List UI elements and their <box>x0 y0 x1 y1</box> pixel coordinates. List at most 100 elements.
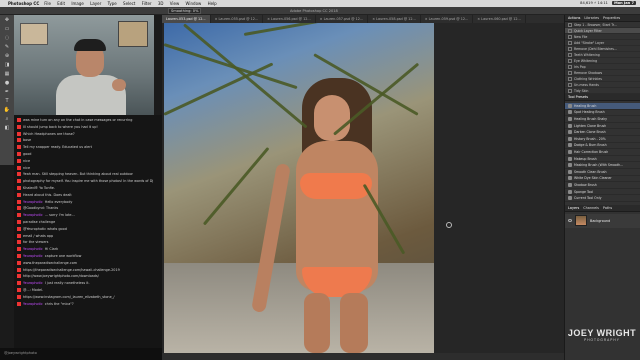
document-tab[interactable]: × Lauren-058.psd @ 12... <box>368 15 421 23</box>
tool-presets-title[interactable]: Tool Presets <box>568 95 588 99</box>
tab-actions[interactable]: Actions <box>568 16 580 20</box>
menu-type[interactable]: Type <box>108 1 117 6</box>
type-tool-icon[interactable]: T <box>2 97 12 105</box>
gradient-tool-icon[interactable]: ▦ <box>2 70 12 78</box>
preset-item[interactable]: Makeup Brush <box>565 156 640 163</box>
eraser-tool-icon[interactable]: ◨ <box>2 61 12 69</box>
pen-tool-icon[interactable]: ✒ <box>2 88 12 96</box>
preset-item[interactable]: Healing Brush <box>565 103 640 110</box>
tab-channels[interactable]: Channels <box>583 206 599 210</box>
chat-text: good <box>23 151 32 156</box>
preset-label: Sponge Tool <box>574 189 594 194</box>
document-tab[interactable]: × Lauren-055.psd @ 12... <box>211 15 264 23</box>
checkbox-icon[interactable] <box>568 52 572 57</box>
preset-label: Spot Healing Brush <box>574 110 605 115</box>
checkbox-icon[interactable] <box>568 40 572 45</box>
document-tab[interactable]: × Lauren-057.psd @ 12... <box>316 15 369 23</box>
checkbox-icon[interactable] <box>568 22 572 27</box>
chat-username[interactable]: Yeurophotic <box>23 254 43 258</box>
chat-input[interactable]: @joeywrightphoto <box>0 348 162 360</box>
chat-badge-icon <box>17 294 21 299</box>
chat-text: Heard about this. Does dealt <box>23 192 72 197</box>
clone-tool-icon[interactable]: ⊕ <box>2 52 12 60</box>
menu-image[interactable]: Image <box>71 1 84 6</box>
tab-layers[interactable]: Layers <box>568 206 579 210</box>
preset-item[interactable]: Dodge & Burn Brush <box>565 143 640 150</box>
menu-file[interactable]: File <box>44 1 51 6</box>
layers-panel-header: Layers Channels Paths <box>565 204 640 212</box>
menu-status: 84,619 ⚡ 14:11 Mon Jan 7 <box>580 1 636 5</box>
chat-badge-icon <box>17 260 21 265</box>
tab-libraries[interactable]: Libraries <box>584 16 599 20</box>
chat-text: was mine turn on any on the chat in case… <box>23 118 133 122</box>
move-tool-icon[interactable]: ✥ <box>2 16 12 24</box>
chat-message: Yeurophotic... sorry I'm late... <box>17 212 159 219</box>
preset-item[interactable]: Sponge Tool <box>565 189 640 196</box>
checkbox-icon[interactable] <box>568 58 572 63</box>
preset-label: Healing Brush Shaky <box>574 116 607 121</box>
preset-item[interactable]: Shadow Brush <box>565 182 640 189</box>
checkbox-icon[interactable] <box>568 46 572 51</box>
preset-item[interactable]: Lighten Clone Brush <box>565 123 640 130</box>
menu-edit[interactable]: Edit <box>57 1 65 6</box>
menu-filter[interactable]: Filter <box>142 1 152 6</box>
chat-username[interactable]: Yeurophotic <box>23 200 43 204</box>
checkbox-icon[interactable] <box>568 70 572 75</box>
document-tab[interactable]: × Lauren-060.psd @ 12... <box>473 15 526 23</box>
chat-username[interactable]: Yeurophotic <box>23 213 43 217</box>
menu-window[interactable]: Window <box>186 1 202 6</box>
document-tab[interactable]: × Lauren-059.psd @ 12... <box>421 15 474 23</box>
layer-row[interactable]: Background <box>565 213 640 228</box>
brush-tool-icon[interactable]: ✎ <box>2 43 12 51</box>
preset-item[interactable]: Darken Clone Brush <box>565 129 640 136</box>
smoothing-field[interactable]: Smoothing: 0% <box>168 7 202 14</box>
dodge-tool-icon[interactable]: ● <box>2 79 12 87</box>
menu-select[interactable]: Select <box>123 1 135 6</box>
checkbox-icon[interactable] <box>568 88 572 93</box>
preset-item[interactable]: Spot Healing Brush <box>565 110 640 117</box>
tab-paths[interactable]: Paths <box>603 206 612 210</box>
chat-username[interactable]: Yeurophotic <box>23 302 43 306</box>
checkbox-icon[interactable] <box>568 34 572 39</box>
brush-preset-icon <box>568 176 572 181</box>
visibility-eye-icon[interactable] <box>568 219 572 223</box>
preset-item[interactable]: Healing Brush Shaky <box>565 116 640 123</box>
menu-help[interactable]: Help <box>208 1 217 6</box>
app-name[interactable]: Photoshop CC <box>8 1 39 6</box>
photo-canvas[interactable] <box>164 23 434 353</box>
color-swatch-icon[interactable]: ◧ <box>2 124 12 132</box>
checkbox-icon[interactable] <box>568 82 572 87</box>
lasso-tool-icon[interactable]: ◌ <box>2 34 12 42</box>
hand-tool-icon[interactable]: ✋ <box>2 106 12 114</box>
checkbox-icon[interactable] <box>568 64 572 69</box>
date-badge: Mon Jan 7 <box>612 1 636 5</box>
checkbox-icon[interactable] <box>568 76 572 81</box>
marquee-tool-icon[interactable]: ▭ <box>2 25 12 33</box>
chat-badge-icon <box>17 274 21 279</box>
chat-badge-icon <box>17 233 21 238</box>
action-label: Clothing Wrinkles <box>574 76 602 81</box>
chat-text: chris the "mica"? <box>44 301 74 306</box>
canvas-area[interactable] <box>162 23 564 353</box>
menu-view[interactable]: View <box>170 1 180 6</box>
preset-item[interactable]: Masking Brush (With Smooth... <box>565 162 640 169</box>
preset-item[interactable]: Current Tool Only <box>565 195 640 202</box>
preset-label: Makeup Brush <box>574 156 597 161</box>
chat-username[interactable]: Yeurophotic <box>23 281 43 285</box>
menu-3d[interactable]: 3D <box>158 1 164 6</box>
preset-item[interactable]: History Brush - 20% <box>565 136 640 143</box>
preset-item[interactable]: Hair Correction Brush <box>565 149 640 156</box>
history-panel-header: Actions Libraries Properties <box>565 15 640 22</box>
tab-properties[interactable]: Properties <box>603 16 620 20</box>
chat-message: was mine turn on any on the chat in case… <box>17 117 159 124</box>
document-tab[interactable]: × Lauren-056.psd @ 12... <box>263 15 316 23</box>
checkbox-icon[interactable] <box>568 28 572 33</box>
chat-username[interactable]: Yeurophotic <box>23 247 43 251</box>
menu-layer[interactable]: Layer <box>90 1 101 6</box>
preset-item[interactable]: White Dye Skin Cleaner <box>565 176 640 183</box>
preset-item[interactable]: Smooth Clean Brush <box>565 169 640 176</box>
palm-frond <box>164 62 274 116</box>
live-chat: was mine turn on any on the chat in case… <box>14 115 162 348</box>
document-tab[interactable]: Lauren-053.psd @ 12... <box>162 15 211 23</box>
zoom-tool-icon[interactable]: ⌕ <box>2 115 12 123</box>
